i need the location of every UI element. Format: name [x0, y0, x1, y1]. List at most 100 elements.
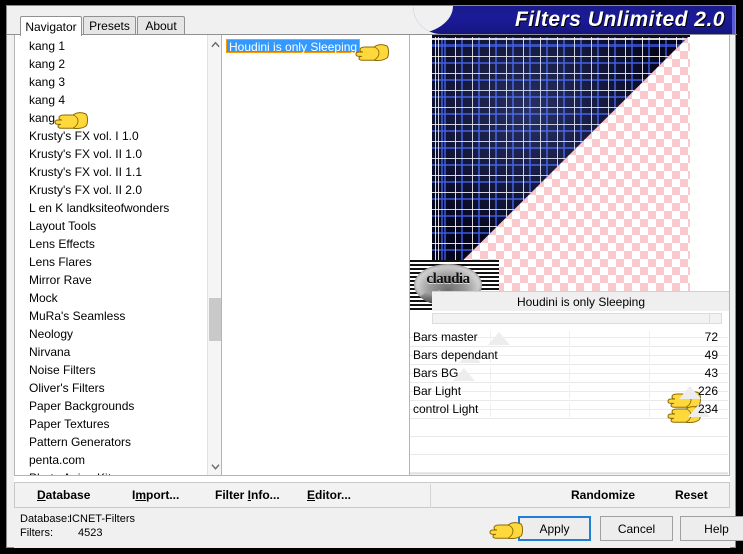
filter-category-item[interactable]: Krusty's FX vol. II 1.1: [15, 163, 205, 181]
preset-item-selected[interactable]: Houdini is only Sleeping: [226, 39, 361, 54]
slider-area-footer: [410, 473, 728, 475]
slider-value: 72: [704, 330, 718, 344]
filter-category-item[interactable]: Lens Flares: [15, 253, 205, 271]
slider-value: 49: [704, 348, 718, 362]
action-link-bar: Database Import... Filter Info... Editor…: [14, 482, 730, 508]
filter-category-item[interactable]: kang 4: [15, 91, 205, 109]
slider-tick: [489, 367, 491, 381]
filter-info-link[interactable]: Filter Info...: [215, 488, 280, 502]
slider-value: 226: [697, 384, 718, 398]
filter-category-items: kang 1 kang 2 kang 3 kang 4 kang Krusty's FX …: [15, 37, 205, 475]
slider-value: 43: [704, 366, 718, 380]
filters-label: Filters:: [20, 527, 53, 539]
title-banner: Filters Unlimited 2.0: [413, 6, 735, 34]
filter-category-item[interactable]: kang 2: [15, 55, 205, 73]
filter-category-item[interactable]: Paper Textures: [15, 415, 205, 433]
slider-label: Bars dependant: [413, 348, 498, 362]
filter-category-item[interactable]: Noise Filters: [15, 361, 205, 379]
slider-label: control Light: [413, 402, 479, 416]
filter-category-item[interactable]: Oliver's Filters: [15, 379, 205, 397]
help-button[interactable]: Help: [680, 516, 743, 541]
filter-category-item[interactable]: Neology: [15, 325, 205, 343]
import-link[interactable]: Import...: [132, 488, 179, 502]
slider-row[interactable]: Bar Light 226: [410, 383, 728, 401]
slider-label: Bars BG: [413, 366, 459, 380]
slider-tick: [569, 349, 570, 363]
window-border-bottom: [0, 548, 743, 554]
slider-tick: [489, 385, 491, 399]
cancel-button[interactable]: Cancel: [600, 516, 673, 541]
tab-navigator[interactable]: Navigator: [20, 16, 82, 36]
slider-row-empty: [410, 419, 728, 437]
preview-horizontal-scrollbar[interactable]: [432, 313, 722, 324]
window-client-area: Filters Unlimited 2.0 Navigator Presets …: [6, 5, 743, 548]
reset-link[interactable]: Reset: [675, 488, 708, 502]
main-content: kang 1 kang 2 kang 3 kang 4 kang Krusty's FX …: [14, 35, 730, 482]
app-title: Filters Unlimited 2.0: [514, 8, 725, 31]
filter-category-item[interactable]: kang: [15, 109, 205, 127]
database-value: ICNET-Filters: [69, 513, 135, 525]
slider-label: Bars master: [413, 330, 478, 344]
preset-list[interactable]: Houdini is only Sleeping: [222, 35, 410, 476]
status-bar: Database: ICNET-Filters Filters: 4523 Ap…: [14, 510, 743, 548]
slider-row-empty: [410, 437, 728, 455]
link-bar-divider: [430, 484, 431, 508]
filter-category-item[interactable]: Photo Aging Kit: [15, 469, 205, 475]
slider-row[interactable]: control Light 234: [410, 401, 728, 419]
filter-category-item[interactable]: L en K landksiteofwonders: [15, 199, 205, 217]
filter-category-item[interactable]: Mirror Rave: [15, 271, 205, 289]
filter-category-item[interactable]: kang 3: [15, 73, 205, 91]
tab-strip: Navigator Presets About: [7, 16, 427, 36]
slider-tick: [648, 367, 650, 381]
tab-presets[interactable]: Presets: [83, 16, 136, 35]
filters-value: 4523: [78, 527, 103, 539]
slider-row[interactable]: Bars dependant 49: [410, 347, 728, 365]
slider-tick: [648, 349, 650, 363]
filter-category-item[interactable]: penta.com: [15, 451, 205, 469]
preview-and-controls-panel: claudia Houdini is only Sleeping Bars ma…: [410, 35, 730, 476]
filter-preview-image[interactable]: [432, 35, 690, 291]
filter-category-item[interactable]: Krusty's FX vol. II 1.0: [15, 145, 205, 163]
slider-row[interactable]: Bars BG 43: [410, 365, 728, 383]
slider-label: Bar Light: [413, 384, 462, 398]
slider-row[interactable]: Bars master 72: [410, 329, 728, 347]
slider-tick: [569, 331, 570, 345]
filter-category-item[interactable]: Paper Backgrounds: [15, 397, 205, 415]
database-link[interactable]: Database: [37, 488, 90, 502]
filter-category-item[interactable]: MuRa's Seamless: [15, 307, 205, 325]
slider-tick: [569, 385, 570, 399]
slider-tick: [648, 331, 650, 345]
preview-caption: Houdini is only Sleeping: [432, 291, 729, 311]
filter-category-item[interactable]: kang 1: [15, 37, 205, 55]
slider-tick: [648, 385, 650, 399]
slider-tick: [489, 403, 491, 417]
filter-category-item[interactable]: Mock: [15, 289, 205, 307]
horizontal-scrollbar-thumb[interactable]: [433, 314, 710, 323]
chevron-up-icon[interactable]: [208, 37, 221, 52]
window-border-right: [736, 0, 743, 554]
randomize-link[interactable]: Randomize: [571, 488, 635, 502]
preview-top-edge: [432, 35, 690, 37]
parameter-sliders: Bars master 72 Bars dependant 49 Bars BG 43 Ba…: [410, 329, 728, 475]
tab-about[interactable]: About: [137, 16, 185, 35]
slider-value: 234: [697, 402, 718, 416]
banner-edge: [732, 6, 735, 34]
apply-button[interactable]: Apply: [518, 516, 591, 541]
chevron-down-icon[interactable]: [208, 459, 221, 474]
database-label: Database:: [20, 513, 71, 525]
slider-thumb[interactable]: [488, 332, 511, 345]
filter-category-item[interactable]: Pattern Generators: [15, 433, 205, 451]
filters-unlimited-window: Filters Unlimited 2.0 Navigator Presets …: [0, 0, 743, 554]
slider-tick: [569, 367, 570, 381]
slider-tick: [569, 403, 570, 417]
filter-category-item[interactable]: Lens Effects: [15, 235, 205, 253]
filter-list-scrollbar[interactable]: [207, 35, 221, 475]
filter-category-item[interactable]: Krusty's FX vol. I 1.0: [15, 127, 205, 145]
scrollbar-thumb[interactable]: [209, 298, 221, 341]
slider-tick: [648, 403, 650, 417]
filter-category-item[interactable]: Nirvana: [15, 343, 205, 361]
filter-category-list[interactable]: kang 1 kang 2 kang 3 kang 4 kang Krusty's FX …: [14, 35, 222, 476]
filter-category-item[interactable]: Layout Tools: [15, 217, 205, 235]
filter-category-item[interactable]: Krusty's FX vol. II 2.0: [15, 181, 205, 199]
editor-link[interactable]: Editor...: [307, 488, 351, 502]
